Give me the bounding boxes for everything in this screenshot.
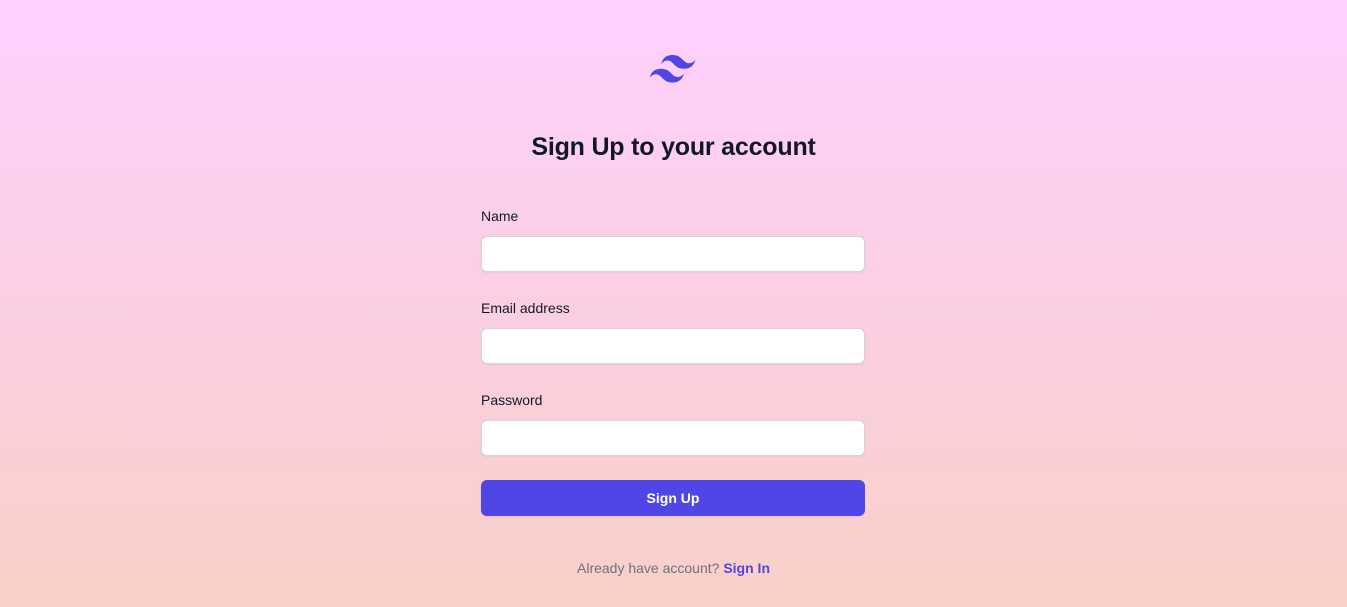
sign-in-prompt: Already have account? <box>577 560 720 576</box>
footer: Already have account? Sign In <box>0 558 1347 578</box>
email-label: Email address <box>481 300 570 316</box>
email-input[interactable] <box>481 328 865 364</box>
password-input[interactable] <box>481 420 865 456</box>
logo-icon <box>649 55 696 83</box>
name-label: Name <box>481 208 519 224</box>
sign-up-button[interactable]: Sign Up <box>481 480 865 516</box>
name-input[interactable] <box>481 236 865 272</box>
page-title: Sign Up to your account <box>531 133 816 161</box>
password-label: Password <box>481 392 543 408</box>
sign-in-link[interactable]: Sign In <box>723 560 770 576</box>
